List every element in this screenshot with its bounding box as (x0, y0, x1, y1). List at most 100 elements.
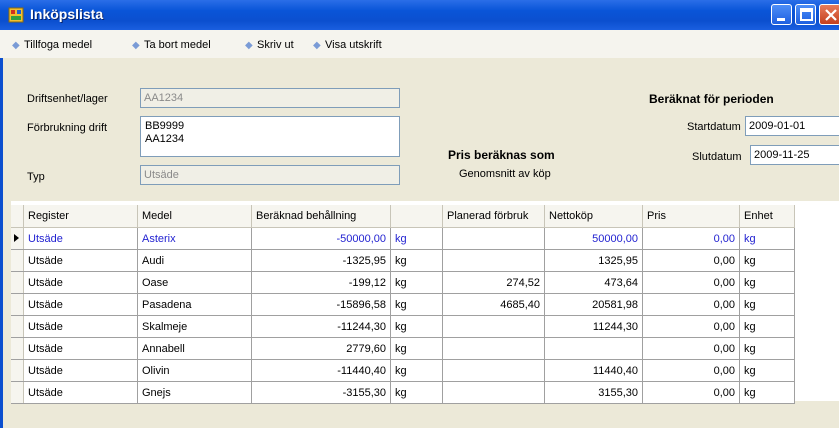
cell-enhet[interactable]: kg (739, 381, 795, 404)
table-row[interactable]: Utsäde Oase -199,12 kg 274,52 473,64 0,0… (11, 271, 795, 294)
table-row[interactable]: Utsäde Skalmeje -11244,30 kg 11244,30 0,… (11, 315, 795, 338)
cell-register[interactable]: Utsäde (23, 271, 138, 294)
column-header-unit[interactable] (390, 205, 443, 228)
minimize-button[interactable] (771, 4, 792, 25)
cell-pris[interactable]: 0,00 (642, 249, 740, 272)
cell-register[interactable]: Utsäde (23, 359, 138, 382)
row-selector[interactable] (11, 337, 24, 360)
cell-nettokop[interactable]: 11244,30 (544, 315, 643, 338)
typ-field[interactable]: Utsäde (140, 165, 400, 185)
column-header-register[interactable]: Register (23, 205, 138, 228)
cell-unit[interactable]: kg (390, 271, 443, 294)
window-titlebar[interactable]: Inköpslista (0, 0, 839, 31)
cell-pris[interactable]: 0,00 (642, 293, 740, 316)
cell-nettokop[interactable] (544, 337, 643, 360)
cell-beraknad[interactable]: -15896,58 (251, 293, 391, 316)
column-header-medel[interactable]: Medel (137, 205, 252, 228)
cell-register[interactable]: Utsäde (23, 337, 138, 360)
column-header-pris[interactable]: Pris (642, 205, 740, 228)
row-selector[interactable] (11, 249, 24, 272)
cell-beraknad[interactable]: 2779,60 (251, 337, 391, 360)
row-selector[interactable] (11, 227, 24, 250)
cell-pris[interactable]: 0,00 (642, 227, 740, 250)
column-header-enhet[interactable]: Enhet (739, 205, 795, 228)
cell-beraknad[interactable]: -199,12 (251, 271, 391, 294)
slutdatum-field[interactable]: 2009-11-25 (750, 145, 839, 165)
column-header-planerad[interactable]: Planerad förbruk (442, 205, 545, 228)
cell-planerad[interactable] (442, 227, 545, 250)
cell-nettokop[interactable]: 11440,40 (544, 359, 643, 382)
cell-planerad[interactable]: 4685,40 (442, 293, 545, 316)
cell-planerad[interactable]: 274,52 (442, 271, 545, 294)
table-row[interactable]: Utsäde Annabell 2779,60 kg 0,00 kg (11, 337, 795, 360)
cell-nettokop[interactable]: 50000,00 (544, 227, 643, 250)
cell-planerad[interactable] (442, 359, 545, 382)
table-row[interactable]: Utsäde Pasadena -15896,58 kg 4685,40 205… (11, 293, 795, 316)
cell-unit[interactable]: kg (390, 359, 443, 382)
cell-register[interactable]: Utsäde (23, 293, 138, 316)
cell-medel[interactable]: Asterix (137, 227, 252, 250)
cell-beraknad[interactable]: -11244,30 (251, 315, 391, 338)
row-selector[interactable] (11, 315, 24, 338)
cell-planerad[interactable] (442, 249, 545, 272)
cell-register[interactable]: Utsäde (23, 227, 138, 250)
forbrukning-item[interactable]: AA1234 (145, 133, 395, 146)
cell-medel[interactable]: Audi (137, 249, 252, 272)
remove-medel-button[interactable]: ◆ Ta bort medel (132, 38, 211, 52)
cell-medel[interactable]: Pasadena (137, 293, 252, 316)
driftsenhet-field[interactable]: AA1234 (140, 88, 400, 108)
cell-planerad[interactable] (442, 337, 545, 360)
row-selector[interactable] (11, 381, 24, 404)
cell-unit[interactable]: kg (390, 315, 443, 338)
cell-medel[interactable]: Oase (137, 271, 252, 294)
column-header-nettokop[interactable]: Nettoköp (544, 205, 643, 228)
row-selector[interactable] (11, 359, 24, 382)
cell-beraknad[interactable]: -3155,30 (251, 381, 391, 404)
table-row[interactable]: Utsäde Audi -1325,95 kg 1325,95 0,00 kg (11, 249, 795, 272)
cell-beraknad[interactable]: -11440,40 (251, 359, 391, 382)
cell-enhet[interactable]: kg (739, 249, 795, 272)
column-header-beraknad[interactable]: Beräknad behållning (251, 205, 391, 228)
cell-nettokop[interactable]: 3155,30 (544, 381, 643, 404)
print-button[interactable]: ◆ Skriv ut (245, 38, 294, 52)
cell-planerad[interactable] (442, 381, 545, 404)
row-selector[interactable] (11, 293, 24, 316)
maximize-button[interactable] (795, 4, 816, 25)
table-row[interactable]: Utsäde Gnejs -3155,30 kg 3155,30 0,00 kg (11, 381, 795, 404)
print-preview-button[interactable]: ◆ Visa utskrift (313, 38, 382, 52)
cell-register[interactable]: Utsäde (23, 315, 138, 338)
cell-unit[interactable]: kg (390, 381, 443, 404)
cell-medel[interactable]: Gnejs (137, 381, 252, 404)
row-selector[interactable] (11, 271, 24, 294)
table-row[interactable]: Utsäde Olivin -11440,40 kg 11440,40 0,00… (11, 359, 795, 382)
inkopslista-table[interactable]: Register Medel Beräknad behållning Plane… (11, 205, 795, 404)
table-row[interactable]: Utsäde Asterix -50000,00 kg 50000,00 0,0… (11, 227, 795, 250)
cell-beraknad[interactable]: -1325,95 (251, 249, 391, 272)
startdatum-field[interactable]: 2009-01-01 (745, 116, 839, 136)
cell-register[interactable]: Utsäde (23, 381, 138, 404)
cell-planerad[interactable] (442, 315, 545, 338)
cell-nettokop[interactable]: 1325,95 (544, 249, 643, 272)
cell-enhet[interactable]: kg (739, 227, 795, 250)
cell-register[interactable]: Utsäde (23, 249, 138, 272)
close-button[interactable] (819, 4, 839, 25)
cell-unit[interactable]: kg (390, 337, 443, 360)
cell-pris[interactable]: 0,00 (642, 337, 740, 360)
cell-unit[interactable]: kg (390, 227, 443, 250)
cell-medel[interactable]: Annabell (137, 337, 252, 360)
cell-nettokop[interactable]: 20581,98 (544, 293, 643, 316)
forbrukning-item[interactable]: BB9999 (145, 120, 395, 133)
cell-pris[interactable]: 0,00 (642, 315, 740, 338)
cell-medel[interactable]: Olivin (137, 359, 252, 382)
add-medel-button[interactable]: ◆ Tillfoga medel (12, 38, 92, 52)
forbrukning-list[interactable]: BB9999 AA1234 (140, 116, 400, 157)
cell-pris[interactable]: 0,00 (642, 271, 740, 294)
cell-unit[interactable]: kg (390, 249, 443, 272)
cell-unit[interactable]: kg (390, 293, 443, 316)
cell-nettokop[interactable]: 473,64 (544, 271, 643, 294)
cell-enhet[interactable]: kg (739, 271, 795, 294)
cell-pris[interactable]: 0,00 (642, 359, 740, 382)
cell-enhet[interactable]: kg (739, 293, 795, 316)
cell-enhet[interactable]: kg (739, 315, 795, 338)
cell-medel[interactable]: Skalmeje (137, 315, 252, 338)
